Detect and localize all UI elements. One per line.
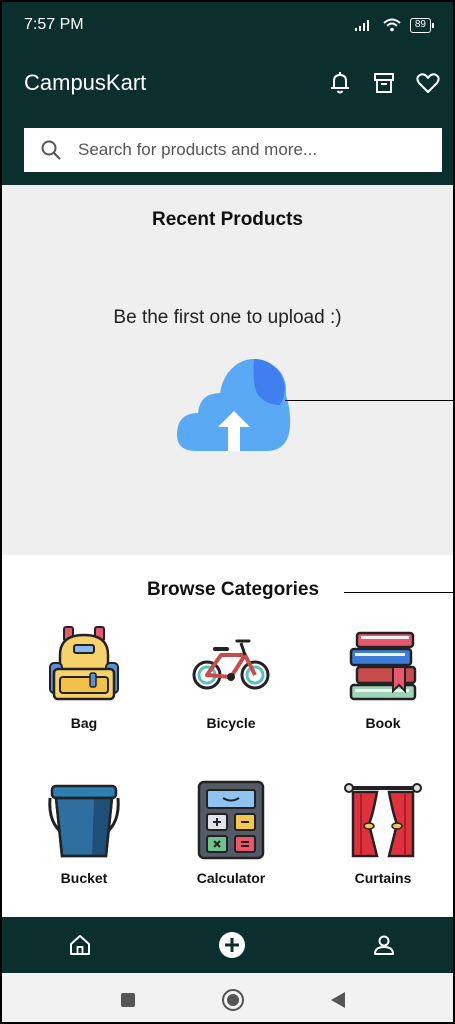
category-curtains[interactable]: Curtains — [318, 780, 448, 886]
bicycle-icon — [192, 639, 270, 690]
status-bar: 7:57 PM 89 — [2, 2, 453, 48]
empty-state-message: Be the first one to upload :) — [113, 307, 342, 328]
category-calculator[interactable]: Calculator — [166, 780, 296, 886]
recent-products-title: Recent Products — [152, 209, 303, 230]
browse-categories-section: Browse Categories Bag Bicycle Book Bucke… — [2, 555, 453, 917]
search-bar[interactable] — [24, 128, 442, 172]
recent-products-section: Recent Products Be the first one to uplo… — [2, 185, 453, 555]
signal-icon — [354, 20, 369, 31]
browse-categories-title: Browse Categories — [146, 579, 320, 600]
app-screen: 7:57 PM 89 CampusKart Search for product… — [0, 0, 455, 1024]
calculator-icon — [197, 780, 265, 860]
circle-icon[interactable] — [221, 988, 245, 1012]
app-title: CampusKart — [24, 70, 147, 95]
app-bar: CampusKart — [2, 48, 453, 185]
category-book[interactable]: Book — [318, 625, 448, 731]
search-input[interactable] — [78, 140, 398, 160]
archive-icon[interactable] — [371, 70, 397, 96]
category-label: Curtains — [354, 870, 412, 886]
status-time: 7:57 PM — [24, 16, 84, 33]
annotation-line — [344, 592, 453, 593]
status-indicators: 89 — [354, 17, 435, 33]
curtains-icon — [344, 783, 422, 858]
category-bicycle[interactable]: Bicycle — [166, 625, 296, 731]
system-navigation-bar — [2, 973, 453, 1022]
category-label: Bicycle — [206, 715, 256, 731]
category-label: Book — [365, 715, 401, 731]
profile-icon[interactable] — [370, 931, 398, 959]
cloud-upload-icon[interactable] — [174, 355, 292, 455]
wifi-icon — [383, 18, 401, 32]
square-icon[interactable] — [120, 992, 136, 1008]
category-bag[interactable]: Bag — [19, 625, 149, 731]
heart-icon[interactable] — [415, 70, 441, 96]
bell-icon[interactable] — [327, 70, 353, 96]
bucket-icon — [48, 784, 120, 858]
category-label: Bag — [70, 715, 98, 731]
battery-indicator: 89 — [409, 17, 435, 33]
book-icon — [349, 631, 417, 701]
app-bar-actions — [327, 70, 441, 96]
back-triangle-icon[interactable] — [330, 991, 346, 1009]
bottom-navigation — [2, 917, 453, 973]
category-label: Calculator — [196, 870, 266, 886]
bag-icon — [49, 626, 119, 701]
category-label: Bucket — [60, 870, 108, 886]
home-icon[interactable] — [66, 931, 94, 959]
search-icon — [41, 140, 61, 160]
annotation-line — [285, 400, 453, 401]
category-bucket[interactable]: Bucket — [19, 780, 149, 886]
add-icon[interactable] — [218, 931, 246, 959]
